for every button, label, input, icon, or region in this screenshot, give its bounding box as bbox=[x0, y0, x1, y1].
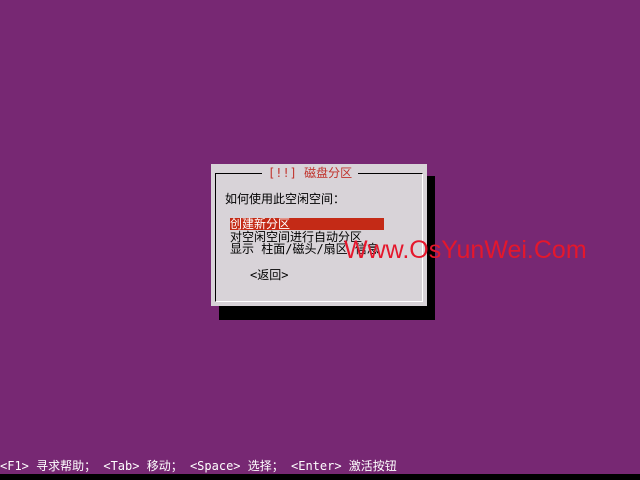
back-button[interactable]: <返回> bbox=[250, 268, 288, 282]
bottom-strip bbox=[0, 474, 640, 480]
status-space-hint: <Space> 选择； bbox=[189, 459, 284, 473]
installer-screen: [!!] 磁盘分区 如何使用此空闲空间： 创建新分区 对空闲空间进行自动分区 显… bbox=[0, 0, 640, 480]
status-enter-hint: <Enter> 激活按钮 bbox=[291, 459, 397, 473]
status-bar: <F1> 寻求帮助； <Tab> 移动； <Space> 选择； <Enter>… bbox=[0, 458, 640, 474]
option-create-new-partition[interactable]: 创建新分区 bbox=[230, 218, 384, 230]
status-help-hint: <F1> 寻求帮助； bbox=[0, 459, 97, 473]
dialog-title: [!!] 磁盘分区 bbox=[262, 165, 359, 181]
status-tab-hint: <Tab> 移动； bbox=[103, 459, 183, 473]
dialog-question: 如何使用此空闲空间： bbox=[225, 192, 346, 206]
partition-dialog: [!!] 磁盘分区 如何使用此空闲空间： 创建新分区 对空闲空间进行自动分区 显… bbox=[211, 164, 427, 306]
watermark-text: Www.OsYunWei.Com bbox=[344, 236, 587, 264]
